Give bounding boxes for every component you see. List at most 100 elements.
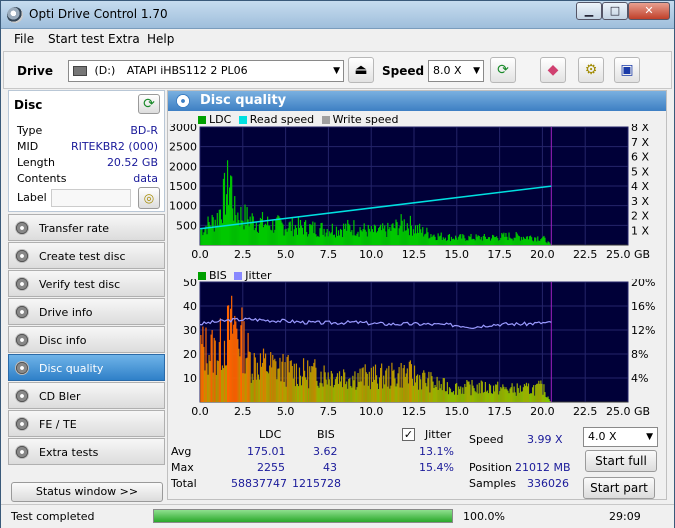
stats-max-label: Max (171, 461, 194, 474)
disc-icon: ◎ (143, 191, 155, 205)
y2-tick-label: 20% (631, 279, 655, 289)
x-tick-label: 2.5 (234, 248, 252, 261)
app-window: Opti Drive Control 1.70 ▁ □ ✕ File Start… (0, 0, 675, 528)
stats-avg-ldc: 175.01 (247, 445, 286, 458)
settings-button[interactable]: ⚙ (578, 57, 604, 83)
stats-total-bis: 1215728 (292, 477, 341, 490)
x-tick-label: 25.0 GB (606, 248, 650, 261)
maximize-button[interactable]: □ (602, 2, 628, 20)
disc-header: Disc (14, 98, 43, 112)
y2-tick-label: 3 X (631, 195, 649, 208)
y-tick-label: 500 (176, 219, 197, 232)
legend-ldc-swatch (198, 116, 206, 124)
status-window-button[interactable]: Status window >> (11, 482, 163, 502)
eject-icon: ⏏ (354, 62, 368, 78)
refresh-button[interactable]: ⟳ (490, 57, 516, 83)
main-title: Disc quality (200, 93, 287, 108)
drive-letter: (D:) (94, 64, 116, 77)
y-tick-label: 1000 (169, 200, 197, 213)
nav-item-disc-info[interactable]: Disc info (8, 326, 165, 353)
nav-item-label: Disc info (39, 334, 87, 347)
nav-item-create-test-disc[interactable]: Create test disc (8, 242, 165, 269)
x-tick-label: 12.5 (402, 248, 427, 261)
start-part-button[interactable]: Start part (583, 477, 655, 499)
stats-col-bis: BIS (317, 428, 335, 441)
status-bar: Test completed 100.0% 29:09 (1, 504, 674, 528)
x-tick-label: 20.0 (530, 248, 555, 261)
nav-item-cd-bler[interactable]: CD Bler (8, 382, 165, 409)
disc-label-input[interactable] (51, 189, 131, 207)
disc-refresh-button[interactable]: ⟳ (138, 94, 160, 114)
save-button[interactable]: ▣ (614, 57, 640, 83)
disc-icon (15, 445, 29, 459)
x-tick-label: 22.5 (573, 405, 598, 418)
disc-icon (15, 417, 29, 431)
progress-bar (153, 509, 453, 523)
disc-mid-value: RITEKBR2 (000) (70, 140, 158, 153)
speed-select[interactable]: 8.0 X ▼ (428, 60, 484, 82)
nav-item-verify-test-disc[interactable]: Verify test disc (8, 270, 165, 297)
menu-help[interactable]: Help (147, 32, 174, 46)
y2-tick-label: 4 X (631, 180, 649, 193)
window-title: Opti Drive Control 1.70 (29, 7, 168, 21)
progress-text: 100.0% (463, 510, 505, 523)
y2-tick-label: 5 X (631, 165, 649, 178)
jitter-checkbox[interactable]: ✓ (402, 428, 415, 441)
disc-contents-value: data (133, 172, 158, 185)
status-text: Test completed (11, 510, 95, 523)
x-tick-label: 15.0 (445, 248, 470, 261)
disc-mid-label: MID (17, 140, 39, 153)
stats-avg-label: Avg (171, 445, 192, 458)
disc-label-label: Label (17, 191, 47, 204)
chevron-down-icon: ▼ (333, 66, 340, 76)
x-tick-label: 5.0 (277, 248, 295, 261)
y2-tick-label: 6 X (631, 151, 649, 164)
x-tick-label: 22.5 (573, 248, 598, 261)
bis-chart: 50 40 30 20 10 20% 16% 12% 8% 4% 0.0 2.5 5.0 7.5 10.0 1… (183, 279, 655, 418)
y-tick-label: 2000 (169, 160, 197, 173)
x-tick-label: 0.0 (191, 405, 209, 418)
menu-start-test[interactable]: Start test (48, 32, 104, 46)
y-tick-label: 50 (183, 279, 197, 289)
menu-file[interactable]: File (14, 32, 34, 46)
nav-item-drive-info[interactable]: Drive info (8, 298, 165, 325)
nav-item-label: Create test disc (39, 250, 126, 263)
x-tick-label: 15.0 (445, 405, 470, 418)
nav-item-fe-te[interactable]: FE / TE (8, 410, 165, 437)
refresh-icon: ⟳ (497, 62, 509, 78)
nav-item-transfer-rate[interactable]: Transfer rate (8, 214, 165, 241)
x-tick-label: 5.0 (277, 405, 295, 418)
minimize-button[interactable]: ▁ (576, 2, 602, 20)
x-tick-label: 25.0 GB (606, 405, 650, 418)
drive-select[interactable]: (D:) ATAPI iHBS112 2 PL06 ▼ (68, 60, 344, 82)
nav-item-extra-tests[interactable]: Extra tests (8, 438, 165, 465)
menu-extra[interactable]: Extra (108, 32, 140, 46)
y2-tick-label: 8% (631, 348, 648, 361)
y-tick-label: 2500 (169, 141, 197, 154)
disc-label-button[interactable]: ◎ (138, 187, 160, 209)
disc-icon (15, 361, 29, 375)
close-button[interactable]: ✕ (628, 2, 670, 20)
y2-tick-label: 8 X (631, 124, 649, 134)
ldc-chart: 3000 2500 2000 1500 1000 500 8 X 7 X 6 X5 X 4 X 3 … (169, 124, 650, 261)
stats-avg-bis: 3.62 (313, 445, 338, 458)
test-speed-select[interactable]: 4.0 X ▼ (583, 427, 658, 447)
y-tick-label: 20 (183, 348, 197, 361)
x-tick-label: 7.5 (320, 405, 338, 418)
drive-name: ATAPI iHBS112 2 PL06 (126, 64, 248, 77)
eject-button[interactable]: ⏏ (348, 57, 374, 83)
nav-item-label: Drive info (39, 306, 93, 319)
erase-button[interactable]: ◆ (540, 57, 566, 83)
stats-total-ldc: 58837747 (231, 477, 287, 490)
y2-tick-label: 1 X (631, 224, 649, 237)
elapsed-time: 29:09 (609, 510, 641, 523)
title-bar: Opti Drive Control 1.70 ▁ □ ✕ (1, 1, 674, 29)
x-tick-label: 7.5 (320, 248, 338, 261)
nav-item-label: Transfer rate (39, 222, 110, 235)
start-full-button[interactable]: Start full (585, 450, 657, 472)
gears-icon: ⚙ (584, 62, 598, 78)
eraser-icon: ◆ (547, 62, 559, 78)
nav-item-disc-quality[interactable]: Disc quality (8, 354, 165, 381)
disc-icon (15, 389, 29, 403)
x-tick-label: 17.5 (487, 248, 512, 261)
